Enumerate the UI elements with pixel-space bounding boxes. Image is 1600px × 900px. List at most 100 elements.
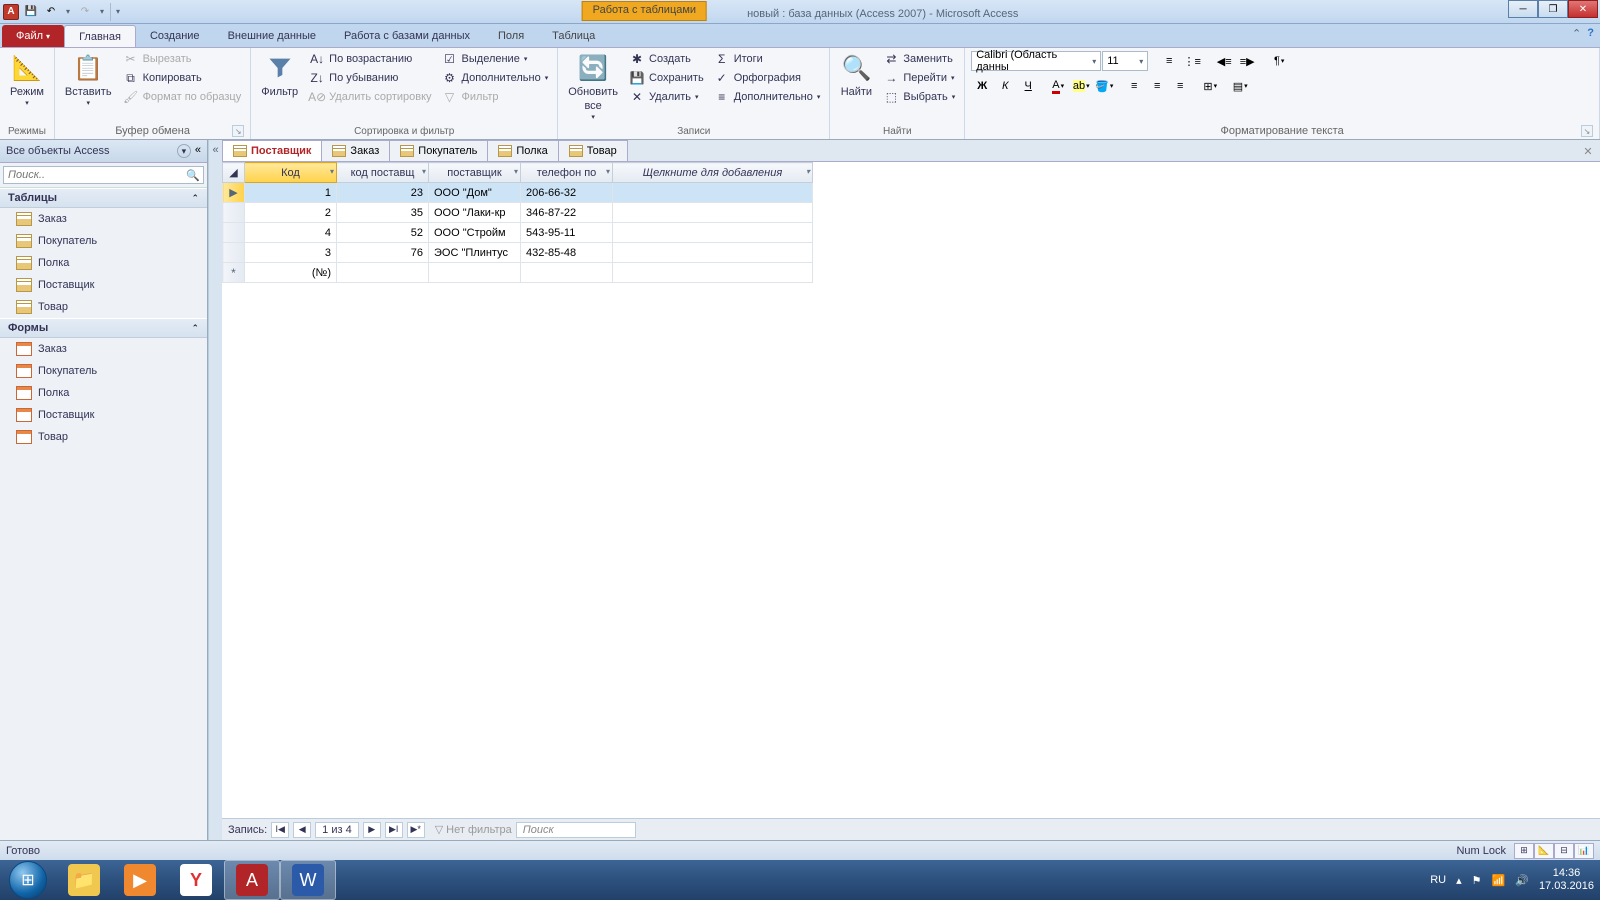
align-right-button[interactable]: ≡: [1169, 75, 1191, 97]
cell[interactable]: [613, 223, 813, 243]
numbering-button[interactable]: ⋮≡: [1181, 50, 1203, 72]
more-records-button[interactable]: ≡Дополнительно▾: [711, 88, 824, 106]
taskbar-yandex[interactable]: Y: [168, 860, 224, 900]
search-input[interactable]: [4, 167, 183, 183]
undo-dropdown-icon[interactable]: ▾: [62, 3, 74, 21]
nav-section-tables[interactable]: Таблицы⌃: [0, 188, 207, 208]
column-dropdown-icon[interactable]: ▾: [514, 167, 518, 176]
cell[interactable]: [613, 183, 813, 203]
save-icon[interactable]: 💾: [22, 3, 40, 21]
volume-icon[interactable]: 🔊: [1515, 874, 1529, 887]
increase-indent-button[interactable]: ≡▶: [1236, 50, 1258, 72]
row-selector[interactable]: ▶: [223, 183, 245, 203]
cell[interactable]: 4: [245, 223, 337, 243]
datasheet-view-shortcut[interactable]: ⊞: [1514, 843, 1534, 859]
document-tab[interactable]: Заказ: [321, 140, 390, 161]
document-tab[interactable]: Покупатель: [389, 140, 488, 161]
cell[interactable]: 432-85-48: [521, 243, 613, 263]
undo-icon[interactable]: ↶: [42, 3, 60, 21]
chart-view-shortcut[interactable]: 📊: [1574, 843, 1594, 859]
minimize-button[interactable]: ─: [1508, 0, 1538, 18]
cell[interactable]: [613, 263, 813, 283]
tab-create[interactable]: Создание: [136, 25, 214, 47]
network-icon[interactable]: 📶: [1492, 874, 1506, 887]
cell[interactable]: 52: [337, 223, 429, 243]
pivot-view-shortcut[interactable]: ⊟: [1554, 843, 1574, 859]
taskbar-media-player[interactable]: ▶: [112, 860, 168, 900]
selection-button[interactable]: ☑Выделение▾: [439, 50, 552, 68]
column-dropdown-icon[interactable]: ▾: [806, 167, 810, 176]
nav-form-item[interactable]: Заказ: [0, 338, 207, 360]
design-view-shortcut[interactable]: 📐: [1534, 843, 1554, 859]
cut-button[interactable]: ✂Вырезать: [120, 50, 245, 68]
align-left-button[interactable]: ≡: [1123, 75, 1145, 97]
font-size-combo[interactable]: 11▾: [1102, 51, 1148, 71]
totals-button[interactable]: ΣИтоги: [711, 50, 824, 68]
tab-table[interactable]: Таблица: [538, 25, 609, 47]
replace-button[interactable]: ⇄Заменить: [880, 50, 958, 68]
clipboard-dialog-icon[interactable]: ↘: [232, 125, 244, 137]
nav-table-item[interactable]: Поставщик: [0, 274, 207, 296]
last-record-button[interactable]: ▶I: [385, 822, 403, 838]
table-row[interactable]: 452ООО "Стройм543-95-11: [223, 223, 813, 243]
restore-button[interactable]: ❐: [1538, 0, 1568, 18]
nav-section-forms[interactable]: Формы⌃: [0, 318, 207, 338]
delete-record-button[interactable]: ✕Удалить▾: [626, 88, 707, 106]
language-indicator[interactable]: RU: [1430, 874, 1446, 886]
nav-header[interactable]: Все объекты Access ▾«: [0, 140, 207, 163]
redo-dropdown-icon[interactable]: ▾: [96, 3, 108, 21]
text-direction-button[interactable]: ¶▾: [1268, 50, 1290, 72]
cell[interactable]: 1: [245, 183, 337, 203]
new-record-nav-button[interactable]: ▶*: [407, 822, 425, 838]
advanced-filter-button[interactable]: ⚙Дополнительно▾: [439, 69, 552, 87]
save-record-button[interactable]: 💾Сохранить: [626, 69, 707, 87]
qat-customize-icon[interactable]: ▾: [110, 3, 122, 21]
nav-form-item[interactable]: Товар: [0, 426, 207, 448]
format-painter-button[interactable]: 🖌Формат по образцу: [120, 88, 245, 106]
cell[interactable]: 206-66-32: [521, 183, 613, 203]
cell[interactable]: ООО "Стройм: [429, 223, 521, 243]
cell[interactable]: ЭОС "Плинтус: [429, 243, 521, 263]
bullets-button[interactable]: ≡: [1158, 50, 1180, 72]
minimize-ribbon-icon[interactable]: ⌃: [1572, 27, 1581, 40]
tab-database-tools[interactable]: Работа с базами данных: [330, 25, 484, 47]
nav-table-item[interactable]: Покупатель: [0, 230, 207, 252]
flag-icon[interactable]: ⚑: [1472, 874, 1482, 887]
first-record-button[interactable]: I◀: [271, 822, 289, 838]
cell[interactable]: [521, 263, 613, 283]
toggle-filter-button[interactable]: ▽Фильтр: [439, 88, 552, 106]
taskbar-explorer[interactable]: 📁: [56, 860, 112, 900]
new-record-button[interactable]: ✱Создать: [626, 50, 707, 68]
next-record-button[interactable]: ▶: [363, 822, 381, 838]
cell[interactable]: [613, 203, 813, 223]
italic-button[interactable]: К: [994, 75, 1016, 97]
new-row[interactable]: *(№): [223, 263, 813, 283]
tab-home[interactable]: Главная: [64, 25, 136, 47]
record-position[interactable]: 1 из 4: [315, 822, 359, 838]
nav-table-item[interactable]: Полка: [0, 252, 207, 274]
cell[interactable]: ООО "Дом": [429, 183, 521, 203]
column-dropdown-icon[interactable]: ▾: [330, 167, 334, 176]
document-tab[interactable]: Полка: [487, 140, 558, 161]
close-tab-button[interactable]: ✕: [1580, 143, 1596, 159]
column-header[interactable]: код поставщ▾: [337, 163, 429, 183]
app-icon[interactable]: A: [2, 3, 20, 21]
font-combo[interactable]: Calibri (Область данны▾: [971, 51, 1101, 71]
cell[interactable]: 2: [245, 203, 337, 223]
cell[interactable]: 3: [245, 243, 337, 263]
help-icon[interactable]: ?: [1587, 27, 1594, 40]
record-search-input[interactable]: Поиск: [516, 822, 636, 838]
nav-form-item[interactable]: Покупатель: [0, 360, 207, 382]
refresh-all-button[interactable]: 🔄 Обновитьвсе▾: [564, 50, 622, 124]
cell[interactable]: [613, 243, 813, 263]
tab-fields[interactable]: Поля: [484, 25, 538, 47]
row-selector[interactable]: [223, 203, 245, 223]
cell[interactable]: 35: [337, 203, 429, 223]
cell[interactable]: 23: [337, 183, 429, 203]
goto-button[interactable]: →Перейти▾: [880, 69, 958, 87]
filter-button[interactable]: Фильтр: [257, 50, 302, 100]
highlight-button[interactable]: ab▾: [1070, 75, 1092, 97]
tab-external-data[interactable]: Внешние данные: [214, 25, 330, 47]
formatting-dialog-icon[interactable]: ↘: [1581, 125, 1593, 137]
column-dropdown-icon[interactable]: ▾: [422, 167, 426, 176]
